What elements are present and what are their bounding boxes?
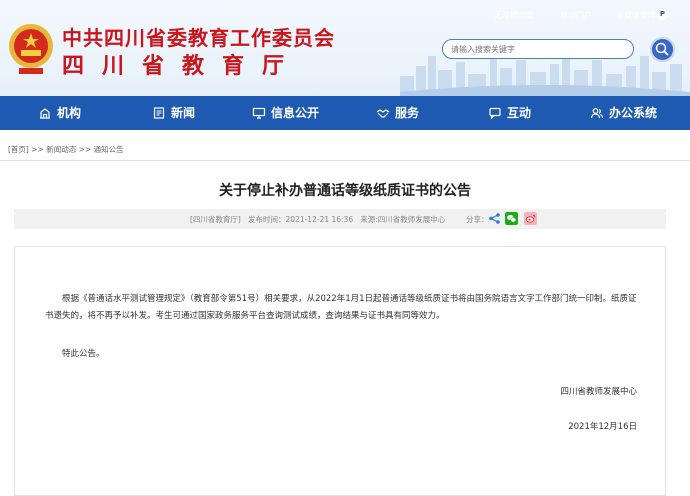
article-meta-bar: [四川省教育厅] 发布时间：2021-12-21 16:36 来源:四川省教师发… bbox=[14, 209, 666, 229]
site-subtitle: 四川省教育厅 bbox=[62, 54, 303, 79]
nav-item-label: 机构 bbox=[57, 106, 82, 120]
building-icon bbox=[40, 108, 50, 119]
share-label: 分享： bbox=[466, 215, 489, 224]
nav-item-office-system[interactable]: 办公系统 bbox=[590, 96, 657, 130]
nav-item-label: 互动 bbox=[507, 106, 532, 120]
nav-item-info-disclosure[interactable]: 信息公开 bbox=[252, 96, 319, 130]
nav-item-interaction[interactable]: 互动 bbox=[488, 96, 531, 130]
nav-item-label: 新闻 bbox=[171, 106, 196, 120]
nav-item-label: 信息公开 bbox=[271, 106, 320, 120]
breadcrumb-separator: >> bbox=[78, 145, 92, 154]
breadcrumb-notice-link[interactable]: 通知公告 bbox=[94, 145, 124, 154]
national-emblem-icon bbox=[9, 24, 53, 74]
share-icon[interactable] bbox=[488, 212, 501, 225]
divider bbox=[0, 160, 690, 161]
main-nav: 机构 新闻 信息公开 服务 互动 办公系统 bbox=[0, 96, 690, 130]
origin-label: 来源: bbox=[360, 215, 378, 224]
breadcrumb-home-link[interactable]: [首页] bbox=[8, 145, 29, 154]
user-group-icon bbox=[590, 108, 604, 119]
news-icon bbox=[153, 107, 165, 119]
accessibility-link[interactable]: 无障碍浏览 bbox=[494, 10, 534, 21]
publish-time: 2021-12-21 16:36 bbox=[285, 215, 354, 224]
mobile-portal-link[interactable]: 移动门户 bbox=[560, 10, 592, 21]
article-signature: 四川省教师发展中心 bbox=[560, 387, 637, 397]
publish-label: 发布时间： bbox=[248, 215, 286, 224]
search-button[interactable] bbox=[650, 37, 675, 62]
nav-item-service[interactable]: 服务 bbox=[376, 96, 419, 130]
handshake-icon bbox=[376, 109, 390, 118]
breadcrumb-news-link[interactable]: 新闻动态 bbox=[46, 145, 76, 154]
article-paragraph: 特此公告。 bbox=[62, 349, 105, 359]
monitor-icon bbox=[252, 107, 266, 119]
article-meta: [四川省教育厅] 发布时间：2021-12-21 16:36 来源:四川省教师发… bbox=[190, 214, 445, 225]
chat-icon bbox=[489, 107, 501, 120]
nav-item-news[interactable]: 新闻 bbox=[152, 96, 195, 130]
top-links: 无障碍浏览 移动门户 新媒体矩阵 P bbox=[494, 9, 690, 24]
search-icon bbox=[655, 42, 669, 56]
wechat-icon[interactable] bbox=[505, 212, 518, 225]
weibo-icon[interactable] bbox=[524, 212, 537, 225]
parking-icon[interactable]: P bbox=[657, 9, 668, 20]
breadcrumb-separator: >> bbox=[31, 145, 44, 154]
article-title: 关于停止补办普通话等级纸质证书的公告 bbox=[219, 183, 471, 199]
article-date: 2021年12月16日 bbox=[568, 422, 637, 432]
nav-item-label: 办公系统 bbox=[609, 106, 658, 120]
site-header: 中共四川省委教育工作委员会 四川省教育厅 无障碍浏览 移动门户 新媒体矩阵 P bbox=[0, 0, 690, 96]
article-paragraph: 根据《普通话水平测试管理规定》（教育部令第51号）相关要求，从2022年1月1日… bbox=[45, 294, 637, 321]
origin: 四川省教师发展中心 bbox=[377, 215, 446, 224]
breadcrumb: [首页] >> 新闻动态 >> 通知公告 bbox=[8, 144, 124, 155]
site-title: 中共四川省委教育工作委员会 bbox=[62, 26, 335, 50]
nav-item-organization[interactable]: 机构 bbox=[38, 96, 81, 130]
new-media-link[interactable]: 新媒体矩阵 bbox=[616, 10, 656, 21]
search-input[interactable] bbox=[442, 39, 634, 59]
source-tag: [四川省教育厅] bbox=[190, 215, 241, 224]
nav-item-label: 服务 bbox=[395, 106, 420, 120]
article-body: 根据《普通话水平测试管理规定》（教育部令第51号）相关要求，从2022年1月1日… bbox=[14, 246, 666, 496]
